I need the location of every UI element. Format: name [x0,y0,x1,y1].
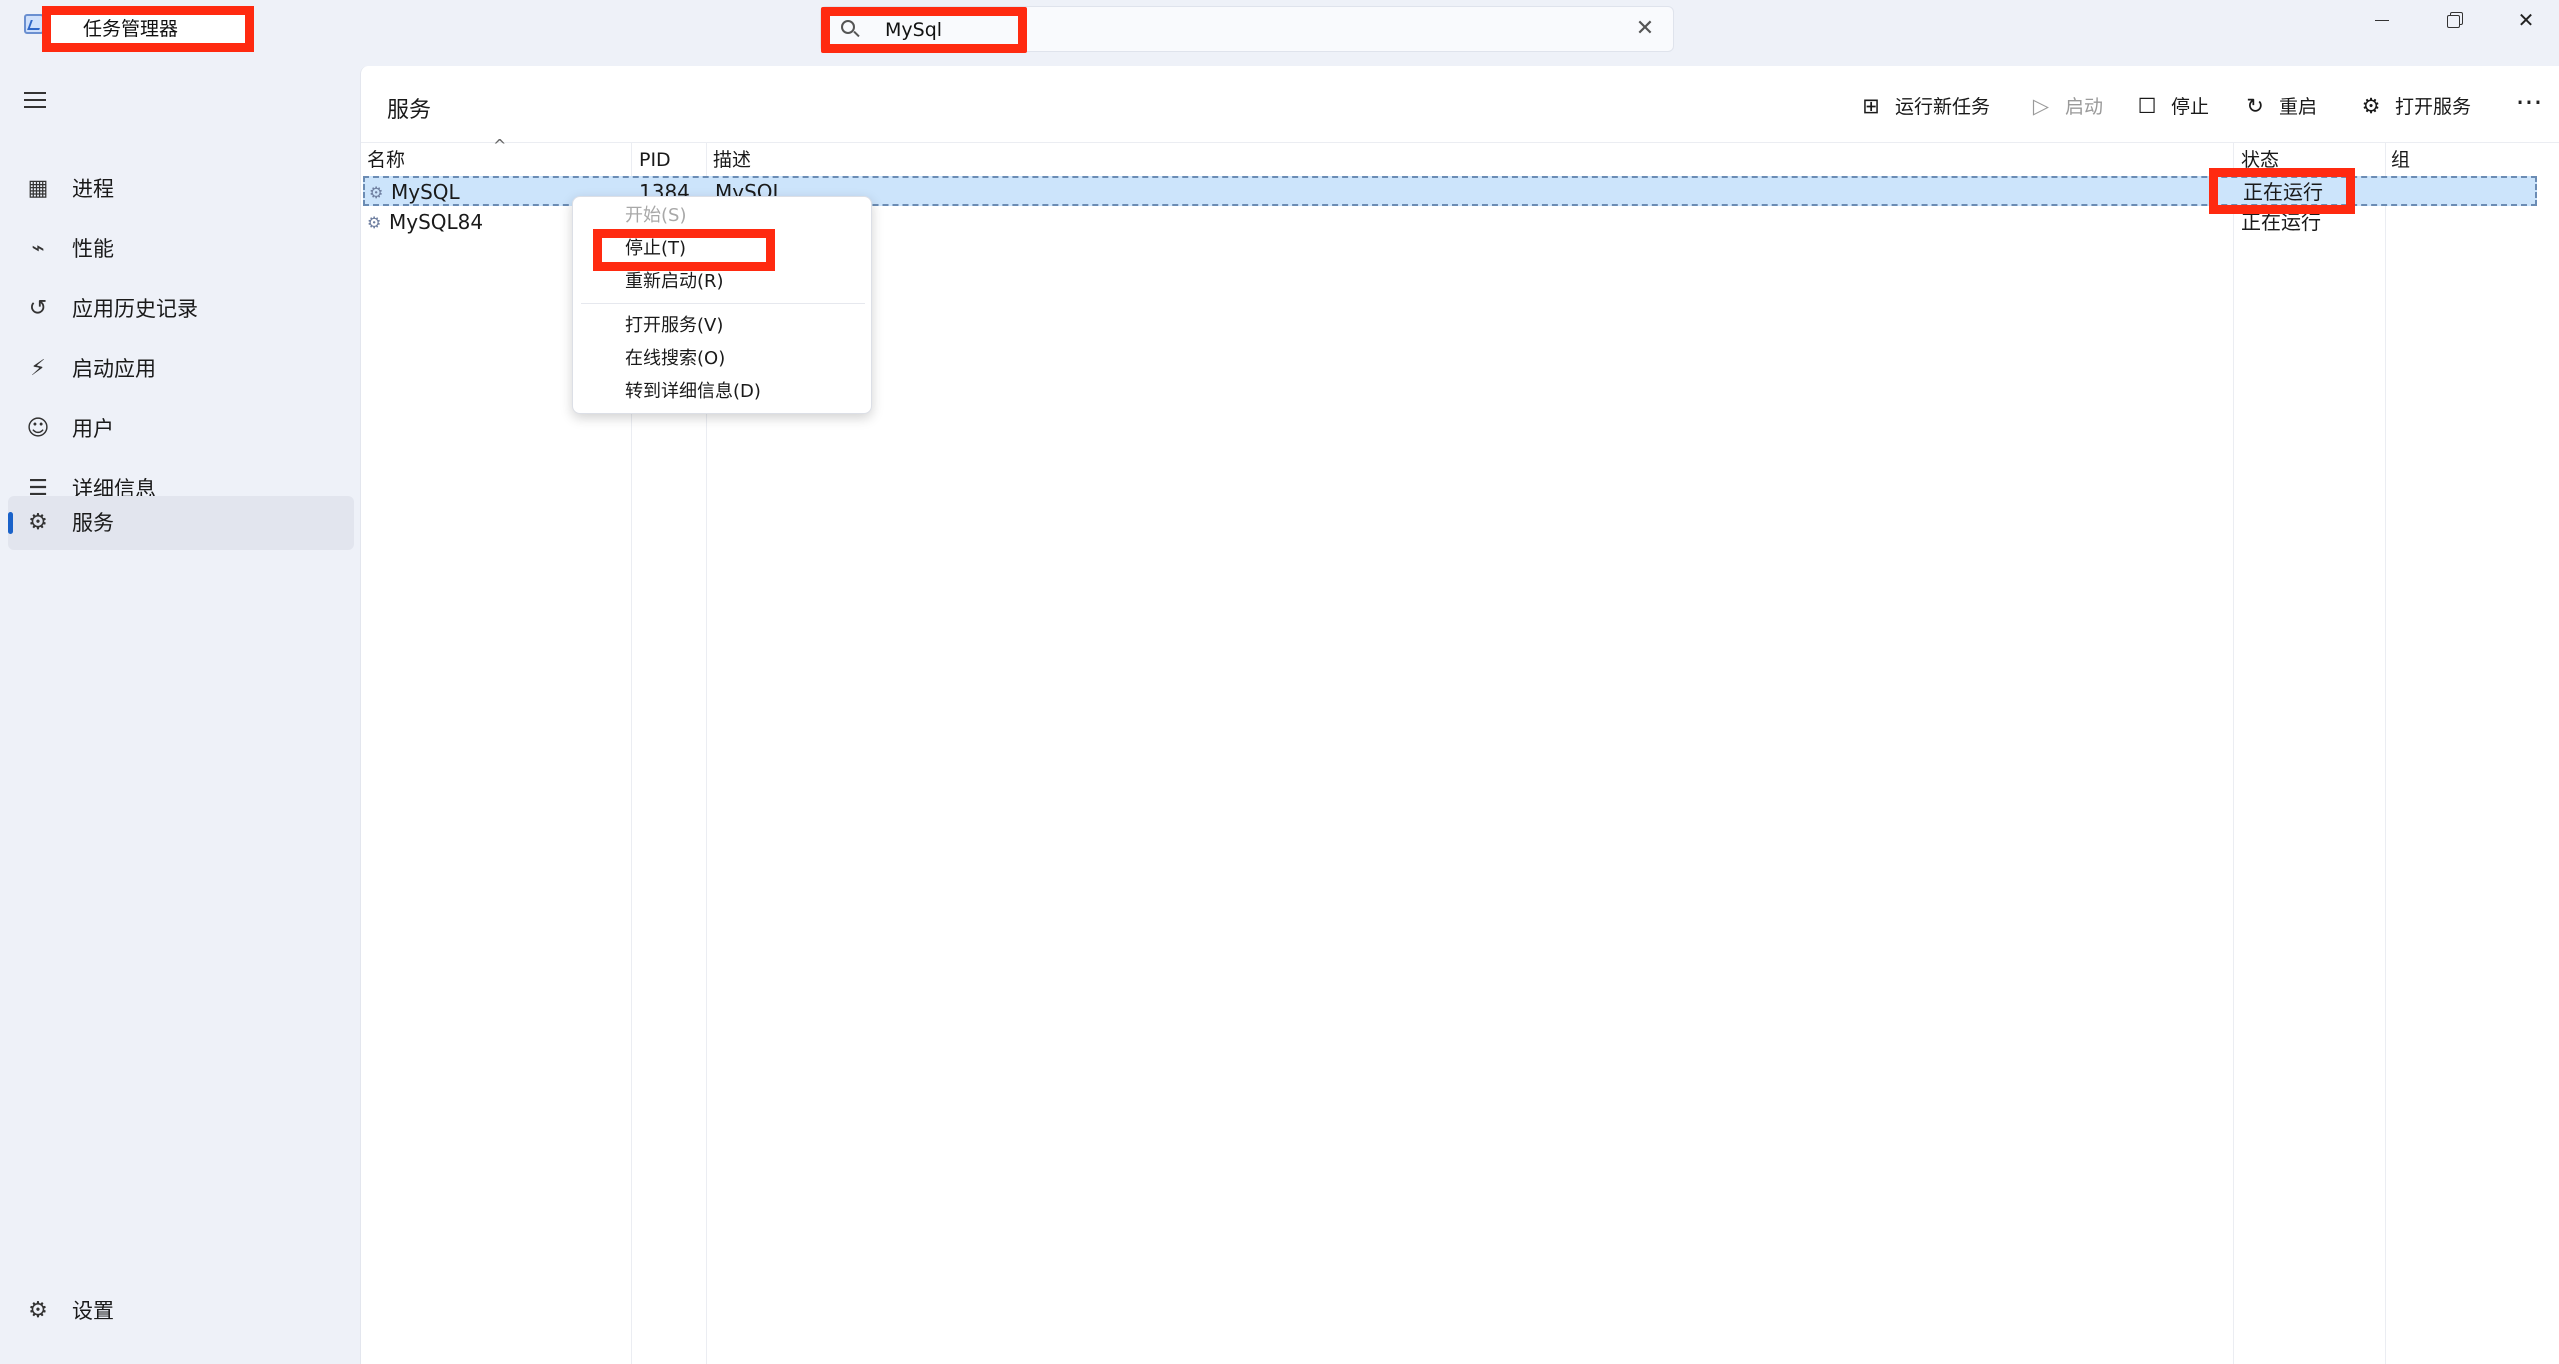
settings-icon: ⚙ [28,1298,48,1323]
page-title: 服务 [387,98,432,123]
run-new-task-button[interactable]: ⊞ 运行新任务 [1859,86,1990,126]
service-icon: ⚙ [367,213,382,232]
sidebar-item-performance[interactable]: ⌁ 性能 [8,222,354,276]
sidebar-item-label: 启动应用 [72,357,156,381]
menu-separator [581,303,865,304]
sidebar-item-startup[interactable]: ⚡ 启动应用 [8,342,354,396]
run-task-icon: ⊞ [1862,94,1880,118]
sidebar-item-processes[interactable]: ▦ 进程 [8,162,354,216]
sidebar-item-label: 设置 [72,1299,114,1323]
sidebar-item-label: 应用历史记录 [72,297,198,321]
close-button[interactable]: ✕ [2490,0,2559,40]
performance-icon: ⌁ [31,236,45,261]
stop-highlight-box [593,229,775,271]
column-header-name[interactable]: 名称 [367,144,405,176]
menu-item-open-services[interactable]: 打开服务(V) [573,311,873,341]
restore-button[interactable] [2418,0,2490,40]
startup-icon: ⚡ [30,356,46,381]
clear-search-icon[interactable]: ✕ [1633,17,1657,41]
start-service-button[interactable]: ▷ 启动 [2029,86,2103,126]
menu-item-go-to-details[interactable]: 转到详细信息(D) [573,377,873,407]
context-menu: 开始(S) 停止(T) 重新启动(R) 打开服务(V) 在线搜索(O) 转到详细… [572,196,872,414]
column-header-group[interactable]: 组 [2391,144,2410,176]
status-highlight-box [2209,168,2355,214]
menu-item-start[interactable]: 开始(S) [573,201,873,231]
stop-icon: ☐ [2137,94,2157,118]
header-divider [361,142,2559,143]
task-manager-app-icon [24,14,44,34]
column-header-description[interactable]: 描述 [713,144,751,176]
service-name: MySQL [391,180,460,204]
service-name: MySQL84 [389,210,484,234]
window-title: 任务管理器 [42,6,254,52]
service-icon: ⚙ [369,183,384,202]
sidebar-item-services[interactable]: ⚙ 服务 [8,496,354,550]
sidebar-item-label: 性能 [72,237,114,261]
minimize-button[interactable] [2346,0,2418,40]
menu-item-search-online[interactable]: 在线搜索(O) [573,344,873,374]
menu-icon[interactable] [24,92,48,110]
sidebar-item-app-history[interactable]: ↺ 应用历史记录 [8,282,354,336]
open-services-icon: ⚙ [2361,94,2381,118]
services-icon: ⚙ [28,510,48,535]
sidebar: ▦ 进程 ⌁ 性能 ↺ 应用历史记录 ⚡ 启动应用 ☺ 用户 ☰ 详细信息 ⚙ … [0,62,360,1364]
column-separator[interactable] [2233,142,2234,1364]
sort-ascending-icon: ^ [493,136,507,155]
sidebar-item-users[interactable]: ☺ 用户 [8,402,354,456]
restart-service-button[interactable]: ↻ 重启 [2243,86,2317,126]
users-icon: ☺ [26,416,50,441]
sidebar-item-label: 服务 [72,511,114,535]
search-box[interactable]: ✕ [820,6,1674,53]
menu-item-restart[interactable]: 重新启动(R) [573,267,873,297]
sidebar-item-label: 用户 [72,417,114,441]
stop-service-button[interactable]: ☐ 停止 [2135,86,2209,126]
search-highlight-box [821,7,1027,53]
history-icon: ↺ [28,296,48,321]
column-header-pid[interactable]: PID [639,144,671,176]
processes-icon: ▦ [27,176,49,201]
sidebar-item-settings[interactable]: ⚙ 设置 [8,1284,354,1338]
restart-icon: ↻ [2246,94,2264,118]
open-services-button[interactable]: ⚙ 打开服务 [2359,86,2471,126]
more-options-icon[interactable]: ··· [2509,86,2549,126]
title-bar: 任务管理器 ✕ ✕ [0,0,2559,62]
play-icon: ▷ [2032,94,2050,118]
sidebar-item-label: 进程 [72,177,114,201]
column-separator[interactable] [2385,142,2386,1364]
